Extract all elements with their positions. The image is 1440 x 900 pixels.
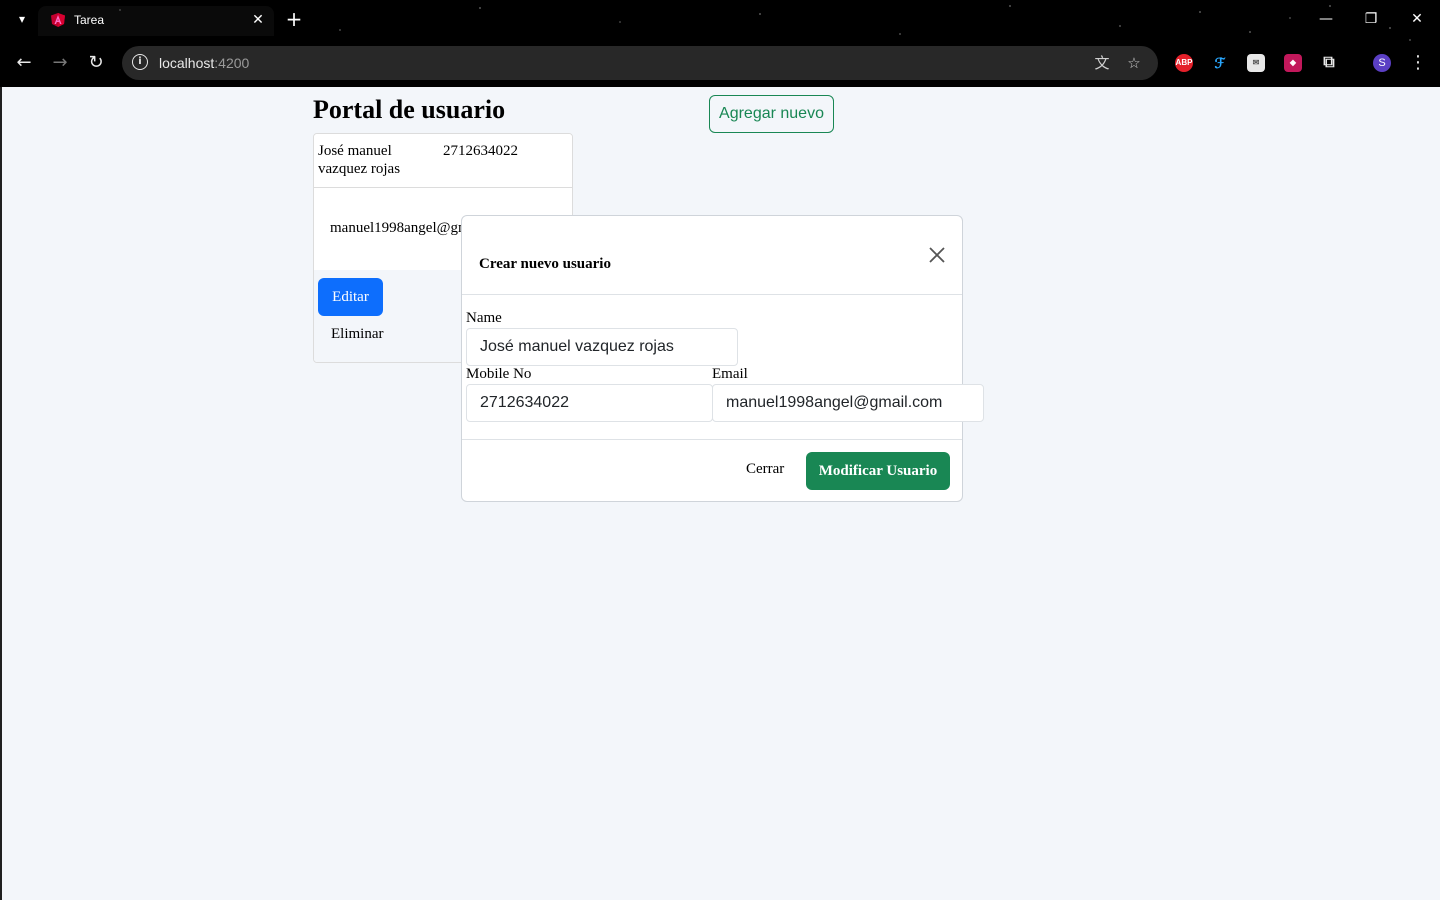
close-icon[interactable] bbox=[926, 244, 948, 266]
url-host: localhost bbox=[159, 55, 215, 71]
abp-icon[interactable]: ABP bbox=[1175, 54, 1193, 72]
url-port: :4200 bbox=[214, 55, 250, 71]
browser-tab[interactable]: Tarea ✕ bbox=[38, 6, 274, 36]
modal-title: Crear nuevo usuario bbox=[479, 256, 611, 272]
close-button[interactable]: Cerrar bbox=[746, 461, 784, 478]
minimize-icon[interactable]: — bbox=[1314, 8, 1338, 30]
name-label: Name bbox=[466, 310, 502, 326]
url-text[interactable]: localhost:4200 bbox=[159, 55, 249, 71]
user-name: José manuel vazquez rojas bbox=[318, 143, 401, 177]
profile-avatar[interactable]: S bbox=[1373, 54, 1391, 72]
tab-search-icon[interactable]: ▾ bbox=[12, 9, 32, 29]
pink-ext-icon[interactable]: ◆ bbox=[1284, 54, 1302, 72]
add-new-button[interactable]: Agregar nuevo bbox=[709, 95, 834, 133]
browser-chrome: ▾ Tarea ✕ + — ❐ ✕ ← → ↻ i localhost:4200… bbox=[0, 0, 1440, 87]
browser-menu-icon[interactable]: ⋮ bbox=[1408, 51, 1428, 75]
email-input[interactable]: manuel1998angel@gmail.com bbox=[712, 384, 984, 422]
modal-footer: Cerrar Modificar Usuario bbox=[462, 439, 962, 502]
reload-icon[interactable]: ↻ bbox=[84, 51, 108, 75]
email-label: Email bbox=[712, 366, 748, 382]
tab-title: Tarea bbox=[74, 13, 105, 27]
forward-icon[interactable]: → bbox=[48, 51, 72, 75]
name-input[interactable]: José manuel vazquez rojas bbox=[466, 328, 738, 366]
edit-button[interactable]: Editar bbox=[318, 278, 383, 316]
user-info-row: José manuel vazquez rojas 2712634022 bbox=[314, 134, 572, 188]
bookmark-star-icon[interactable]: ☆ bbox=[1124, 53, 1144, 73]
window-close-icon[interactable]: ✕ bbox=[1405, 8, 1429, 30]
translate-ext-icon[interactable]: ℱ bbox=[1211, 54, 1229, 72]
restore-icon[interactable]: ❐ bbox=[1359, 8, 1383, 30]
angular-favicon-icon bbox=[51, 13, 65, 27]
translate-icon[interactable]: 文 bbox=[1092, 53, 1112, 73]
mobile-input[interactable]: 2712634022 bbox=[466, 384, 713, 422]
mail-ext-icon[interactable]: ✉ bbox=[1247, 54, 1265, 72]
site-info-icon[interactable]: i bbox=[132, 54, 148, 70]
back-icon[interactable]: ← bbox=[12, 51, 36, 75]
delete-button[interactable]: Eliminar bbox=[331, 326, 384, 343]
address-bar[interactable]: i localhost:4200 文 ☆ bbox=[122, 46, 1158, 80]
page-title: Portal de usuario bbox=[313, 95, 506, 124]
modify-user-button[interactable]: Modificar Usuario bbox=[806, 452, 950, 490]
user-modal: Crear nuevo usuario Name José manuel vaz… bbox=[461, 215, 984, 502]
new-tab-icon[interactable]: + bbox=[284, 8, 304, 30]
extensions-puzzle-icon[interactable]: ⧉ bbox=[1320, 54, 1338, 72]
modal-header: Crear nuevo usuario bbox=[462, 216, 962, 295]
modal-body: Name José manuel vazquez rojas Mobile No… bbox=[462, 295, 984, 439]
tab-close-icon[interactable]: ✕ bbox=[248, 10, 268, 30]
mobile-label: Mobile No bbox=[466, 366, 532, 382]
user-phone: 2712634022 bbox=[443, 143, 518, 159]
